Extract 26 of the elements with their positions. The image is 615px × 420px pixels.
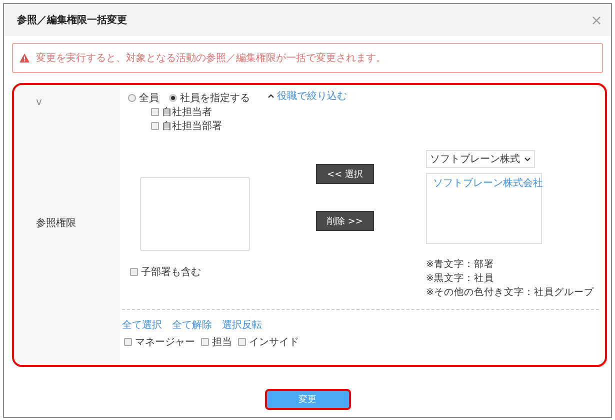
caret-icon [268, 94, 274, 98]
filter-link[interactable]: 役職で絞り込む [268, 89, 347, 103]
radio-label: 全員 [139, 92, 159, 105]
role-checkbox[interactable]: マネージャー [124, 335, 195, 349]
warning-icon [19, 53, 30, 63]
radio-button[interactable] [169, 94, 177, 102]
legend-note: ※その他の色付き文字：社員グループ [426, 286, 594, 300]
legend-note: ※黒文字：社員 [426, 272, 495, 286]
company-select[interactable]: ソフトブレーン株式 [426, 150, 535, 168]
radio-label: 社員を指定する [180, 92, 250, 105]
close-icon[interactable] [592, 16, 601, 24]
legend-note: ※青文字：部署 [426, 258, 495, 272]
checkbox-option[interactable]: 自社担当部署 [151, 119, 599, 133]
include-children-checkbox[interactable]: 子部署も含む [130, 265, 250, 279]
dialog-title: 参照／編集権限一括変更 [17, 13, 127, 27]
chevron-down-icon [524, 156, 531, 162]
selected-list[interactable] [140, 177, 250, 251]
select-button[interactable]: << 選択 [316, 164, 374, 184]
radio-button[interactable] [128, 94, 136, 102]
remove-button[interactable]: 削除 >> [316, 211, 374, 231]
marker-text: v [36, 97, 43, 108]
field-label: 参照権限 [36, 216, 77, 230]
role-checkbox[interactable]: インサイド [238, 335, 299, 349]
checkbox-option[interactable]: 自社担当者 [151, 105, 599, 119]
role-checkbox[interactable]: 担当 [201, 335, 232, 349]
alert-message: 変更を実行すると、対象となる活動の参照／編集権限が一括で変更されます。 [36, 52, 386, 65]
